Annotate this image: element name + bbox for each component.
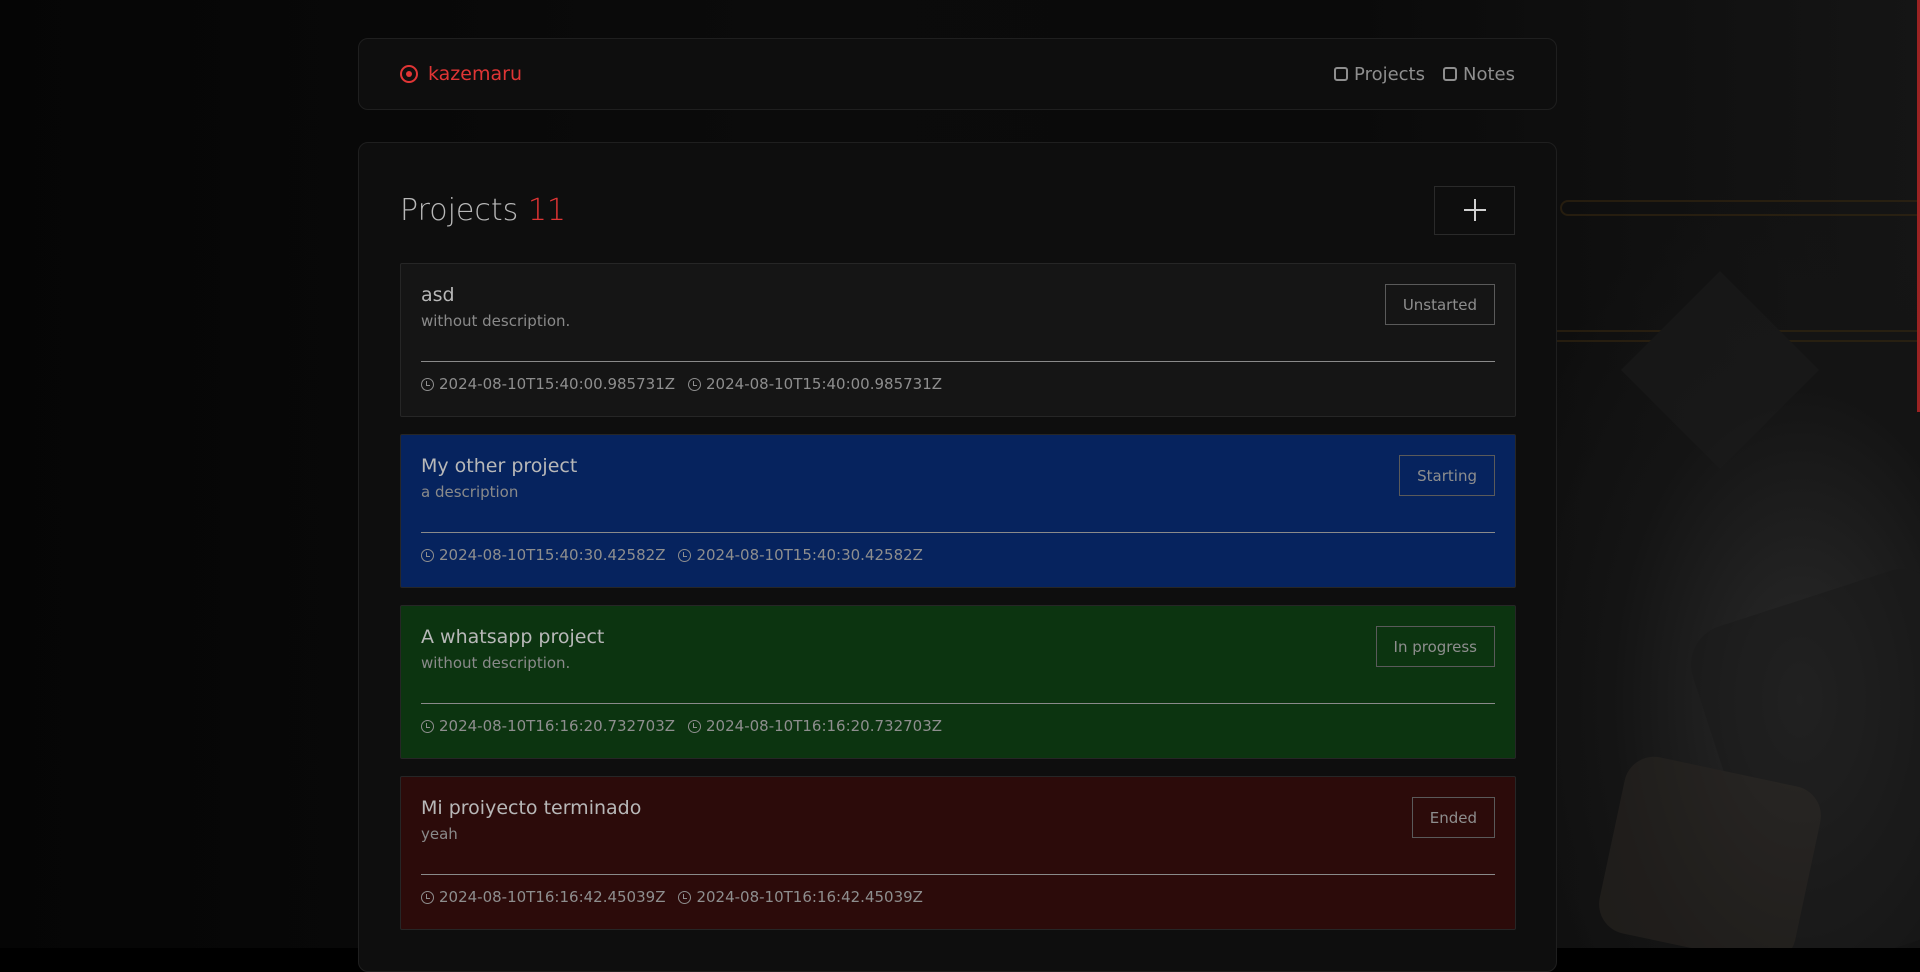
clock-icon <box>688 720 701 733</box>
nav-link-notes[interactable]: Notes <box>1443 64 1515 85</box>
top-navbar: kazemaru Projects Notes <box>358 38 1557 110</box>
updated-date: 2024-08-10T15:40:30.42582Z <box>678 546 922 564</box>
created-date-text: 2024-08-10T15:40:00.985731Z <box>439 375 675 393</box>
status-badge[interactable]: Starting <box>1399 455 1495 496</box>
project-list: asd without description. Unstarted 2024-… <box>400 263 1516 947</box>
project-dates: 2024-08-10T16:16:42.45039Z 2024-08-10T16… <box>421 888 923 906</box>
page-title: Projects 11 <box>400 193 566 228</box>
created-date: 2024-08-10T16:16:42.45039Z <box>421 888 665 906</box>
project-name: My other project <box>421 455 1495 477</box>
nav-link-projects[interactable]: Projects <box>1334 64 1425 85</box>
clock-icon <box>678 891 691 904</box>
updated-date: 2024-08-10T16:16:20.732703Z <box>688 717 942 735</box>
updated-date-text: 2024-08-10T15:40:00.985731Z <box>706 375 942 393</box>
page-title-text: Projects <box>400 193 518 228</box>
updated-date-text: 2024-08-10T16:16:42.45039Z <box>696 888 922 906</box>
created-date-text: 2024-08-10T16:16:20.732703Z <box>439 717 675 735</box>
clock-icon <box>678 549 691 562</box>
project-count: 11 <box>528 193 566 228</box>
project-name: Mi proiyecto terminado <box>421 797 1495 819</box>
created-date: 2024-08-10T15:40:00.985731Z <box>421 375 675 393</box>
brand-logo[interactable]: kazemaru <box>400 63 522 85</box>
created-date: 2024-08-10T16:16:20.732703Z <box>421 717 675 735</box>
status-badge[interactable]: Unstarted <box>1385 284 1495 325</box>
divider <box>421 361 1495 362</box>
note-icon <box>1443 67 1457 81</box>
clock-icon <box>688 378 701 391</box>
brand-icon <box>400 65 418 83</box>
project-name: asd <box>421 284 1495 306</box>
clock-icon <box>421 549 434 562</box>
project-dates: 2024-08-10T15:40:00.985731Z 2024-08-10T1… <box>421 375 942 393</box>
project-description: a description <box>421 483 1495 501</box>
divider <box>421 703 1495 704</box>
project-name: A whatsapp project <box>421 626 1495 648</box>
clock-icon <box>421 720 434 733</box>
updated-date-text: 2024-08-10T15:40:30.42582Z <box>696 546 922 564</box>
project-card[interactable]: My other project a description Starting … <box>400 434 1516 588</box>
add-project-button[interactable] <box>1434 186 1515 235</box>
divider <box>421 874 1495 875</box>
clock-icon <box>421 378 434 391</box>
project-description: without description. <box>421 654 1495 672</box>
clock-icon <box>421 891 434 904</box>
plus-icon <box>1464 199 1486 221</box>
updated-date-text: 2024-08-10T16:16:20.732703Z <box>706 717 942 735</box>
created-date-text: 2024-08-10T15:40:30.42582Z <box>439 546 665 564</box>
project-dates: 2024-08-10T16:16:20.732703Z 2024-08-10T1… <box>421 717 942 735</box>
divider <box>421 532 1495 533</box>
box-icon <box>1334 67 1348 81</box>
updated-date: 2024-08-10T15:40:00.985731Z <box>688 375 942 393</box>
projects-panel: Projects 11 asd without description. Uns… <box>358 142 1557 972</box>
project-description: without description. <box>421 312 1495 330</box>
created-date: 2024-08-10T15:40:30.42582Z <box>421 546 665 564</box>
project-card[interactable]: A whatsapp project without description. … <box>400 605 1516 759</box>
updated-date: 2024-08-10T16:16:42.45039Z <box>678 888 922 906</box>
status-badge[interactable]: In progress <box>1376 626 1495 667</box>
created-date-text: 2024-08-10T16:16:42.45039Z <box>439 888 665 906</box>
status-badge[interactable]: Ended <box>1412 797 1495 838</box>
brand-name: kazemaru <box>428 63 522 85</box>
project-description: yeah <box>421 825 1495 843</box>
project-dates: 2024-08-10T15:40:30.42582Z 2024-08-10T15… <box>421 546 923 564</box>
nav-link-label: Notes <box>1463 64 1515 85</box>
panel-header: Projects 11 <box>400 185 1515 235</box>
nav-links: Projects Notes <box>1334 64 1515 85</box>
background-artwork <box>1520 70 1920 948</box>
project-card[interactable]: asd without description. Unstarted 2024-… <box>400 263 1516 417</box>
project-card[interactable]: Mi proiyecto terminado yeah Ended 2024-0… <box>400 776 1516 930</box>
nav-link-label: Projects <box>1354 64 1425 85</box>
